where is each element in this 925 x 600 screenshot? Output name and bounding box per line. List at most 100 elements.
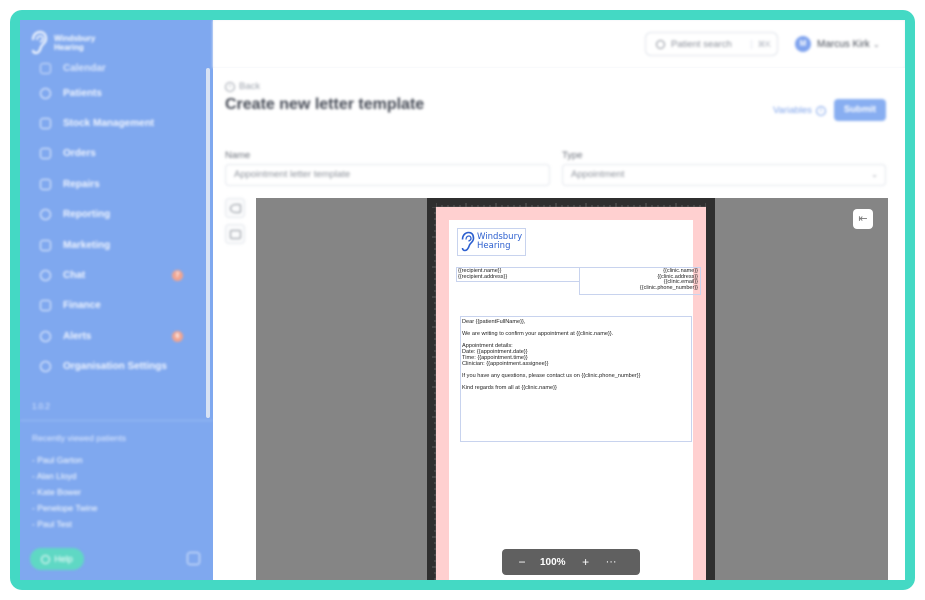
image-tool[interactable] [225,224,245,244]
sidebar-item-label: Repairs [63,178,100,190]
search-shortcut: ⌘K [750,39,771,49]
sidebar-item-orders[interactable]: Orders [20,139,213,169]
expand-icon[interactable]: ⇤ [853,209,873,229]
sidebar-item-organisation-settings[interactable]: Organisation Settings [20,352,213,382]
variables-label: Variables [773,105,812,116]
letter-signoff: Kind regards from all at {{clinic.name}} [462,385,557,391]
recent-patient-link[interactable]: - Alan Lloyd [32,468,98,484]
speaker-icon [229,203,241,213]
back-link[interactable]: ‹ Back [225,81,260,92]
help-button[interactable]: Help [30,548,84,570]
sidebar-item-label: Stock Management [63,118,155,130]
page-workspace: Windsbury Hearing {{recipient.name}} {{r… [427,198,715,580]
sidebar-item-label: Marketing [63,239,111,251]
sidebar-item-repairs[interactable]: Repairs [20,169,213,199]
settings-icon [40,361,51,373]
sidebar-item-marketing[interactable]: Marketing [20,230,213,260]
sidebar-item-finance[interactable]: Finance [20,291,213,321]
card-icon [40,300,51,312]
vertical-ruler [432,207,436,580]
sidebar-item-stock-management[interactable]: Stock Management [20,108,213,138]
zoom-controls: − 100% + ··· [502,549,640,575]
recent-patient-link[interactable]: - Penelope Twine [32,500,98,516]
variables-link[interactable]: Variables i [773,105,826,116]
appointment-details: Appointment details: Date: {{appointment… [462,343,690,367]
recent-patient-link[interactable]: - Paul Garton [32,452,98,468]
alerts-badge: 6 [172,330,183,342]
wrench-icon [40,178,51,190]
avatar[interactable]: M [795,36,811,52]
submit-button[interactable]: Submit [834,99,886,121]
brand-line-1: Windsbury [54,34,96,43]
sidebar-item-label: Calendar [63,63,106,74]
stock-icon [40,118,51,130]
sidebar-item-label: Finance [63,300,101,312]
recent-patient-link[interactable]: - Paul Test [32,516,98,532]
brand-line-2: Hearing [54,43,84,52]
ear-logo-icon [461,231,475,252]
type-label: Type [562,150,583,161]
calendar-icon [40,63,51,74]
back-label: Back [239,81,261,92]
chevron-down-icon: ⌄ [871,170,878,179]
sidebar-nav: Calendar Patients Stock Management Order… [20,58,213,382]
more-options-button[interactable]: ··· [606,556,617,568]
search-icon [656,39,665,49]
name-label: Name [225,150,251,161]
letter-questions: If you have any questions, please contac… [462,373,641,379]
zoom-out-button[interactable]: − [514,555,530,569]
recent-patient-link[interactable]: - Kate Bower [32,484,98,500]
letter-page: Windsbury Hearing {{recipient.name}} {{r… [436,207,706,580]
sidebar-item-patients[interactable]: Patients [20,78,213,108]
chat-badge: 7 [172,270,183,282]
user-name[interactable]: Marcus Kirk [817,39,870,50]
zoom-level: 100% [540,556,566,568]
name-field[interactable]: Appointment letter template [225,164,550,186]
ear-logo-icon [32,30,48,55]
sidebar-item-alerts[interactable]: Alerts 6 [20,321,213,351]
type-select[interactable]: Appointment ⌄ [562,164,886,186]
editor-toolbar [225,198,245,250]
info-icon: i [815,105,826,116]
horizontal-ruler [436,203,706,207]
image-icon [229,229,241,239]
collapse-sidebar-icon[interactable] [187,552,200,565]
letter-intro: We are writing to confirm your appointme… [462,331,614,337]
orders-icon [40,148,51,160]
recipient-address: {{recipient.address}} [458,273,508,280]
clinic-block[interactable]: {{clinic.name}} {{clinic.address}} {{cli… [579,267,701,295]
clinic-phone: {{clinic.phone_number}} [639,284,698,291]
brand-logo[interactable]: Windsbury Hearing [30,30,95,56]
sidebar-item-label: Patients [63,87,102,99]
letter-printable-area[interactable]: Windsbury Hearing {{recipient.name}} {{r… [449,220,701,580]
app-version: 1.0.2 [32,402,50,411]
editor-canvas[interactable]: ⇤ Windsbury Hearing {{recipient.name}} {… [256,198,888,580]
page-title: Create new letter template [225,96,425,113]
letter-logo[interactable]: Windsbury Hearing [457,228,526,256]
main-content: ‹ Back Create new letter template Variab… [213,68,905,580]
sidebar-item-label: Organisation Settings [63,361,167,373]
top-bar: Patient search ⌘K M Marcus Kirk ⌄ [213,20,905,68]
sidebar-divider [20,420,213,421]
search-placeholder: Patient search [671,38,732,50]
brand-name: Windsbury Hearing [54,34,95,52]
letter-greeting: Dear {{patientFullName}}, [462,319,526,325]
app-window: Windsbury Hearing Calendar Patients Stoc… [20,20,905,580]
recent-patients-title: Recently viewed patients [32,433,127,443]
recipient-block[interactable]: {{recipient.name}} {{recipient.address}} [456,267,579,282]
bell-icon [40,330,51,342]
sidebar-item-calendar[interactable]: Calendar [20,58,213,78]
sidebar-scrollbar[interactable] [206,68,210,418]
zoom-in-button[interactable]: + [578,555,594,569]
mail-icon [40,239,51,251]
recent-patients-list: - Paul Garton - Alan Lloyd - Kate Bower … [32,452,98,532]
sidebar-item-chat[interactable]: Chat 7 [20,260,213,290]
chat-icon [40,270,51,282]
details-clinician: Clinician: {{appointment.assignee}} [462,361,549,367]
chevron-down-icon[interactable]: ⌄ [873,40,880,49]
sidebar-item-reporting[interactable]: Reporting [20,200,213,230]
sidebar: Windsbury Hearing Calendar Patients Stoc… [20,20,213,580]
letter-body-block[interactable]: Dear {{patientFullName}}, We are writing… [460,316,692,442]
text-block-tool[interactable] [225,198,245,218]
patient-search-input[interactable]: Patient search ⌘K [645,32,778,56]
